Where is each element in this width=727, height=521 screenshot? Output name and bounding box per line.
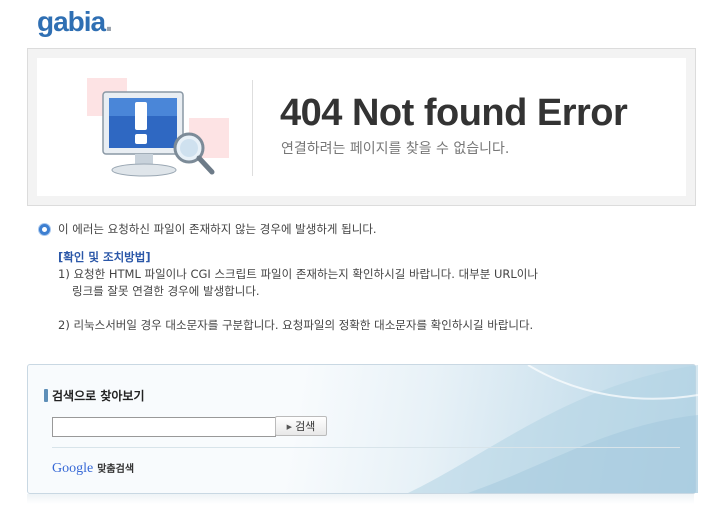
logo-text: gabia [37, 6, 106, 37]
info-step-1-cont: 링크를 잘못 연결한 경우에 발생합니다. [72, 284, 260, 298]
error-illustration [77, 76, 237, 186]
search-title: 검색으로 찾아보기 [44, 387, 145, 404]
arrow-right-icon: ▶ [286, 423, 293, 431]
error-subtitle: 연결하려는 페이지를 찾을 수 없습니다. [281, 141, 510, 157]
search-input[interactable] [52, 417, 276, 437]
monitor-warning-icon [102, 91, 215, 177]
search-panel: 검색으로 찾아보기 ▶ 검색 Google 맞춤검색 [27, 364, 698, 494]
error-panel-inner: 404 Not found Error 연결하려는 페이지를 찾을 수 없습니다… [37, 58, 686, 196]
decorative-swoosh [408, 365, 698, 493]
vertical-divider [252, 80, 253, 176]
search-button[interactable]: ▶ 검색 [275, 416, 327, 436]
google-suffix: 맞춤검색 [97, 464, 135, 475]
title-marker-icon [44, 389, 48, 402]
google-logo: Google [52, 461, 94, 476]
search-button-label: 검색 [295, 420, 316, 433]
info-step-2: 2) 리눅스서버일 경우 대소문자를 구분합니다. 요청파일의 정확한 대소문자… [58, 318, 534, 332]
logo-dot: . [105, 6, 113, 37]
search-divider [52, 447, 680, 448]
info-heading: [확인 및 조치방법] [58, 250, 151, 264]
logo: gabia. [37, 6, 113, 38]
panel-shadow [27, 494, 694, 504]
info-step-1: 1) 요청한 HTML 파일이나 CGI 스크립트 파일이 존재하는지 확인하시… [58, 267, 538, 281]
error-title: 404 Not found Error [280, 92, 628, 134]
bullet-icon [38, 223, 51, 236]
search-title-text: 검색으로 찾아보기 [52, 389, 145, 403]
error-panel: 404 Not found Error 연결하려는 페이지를 찾을 수 없습니다… [27, 48, 696, 206]
info-lead: 이 에러는 요청하신 파일이 존재하지 않는 경우에 발생하게 됩니다. [58, 222, 377, 236]
google-custom-search: Google 맞춤검색 [52, 457, 134, 477]
